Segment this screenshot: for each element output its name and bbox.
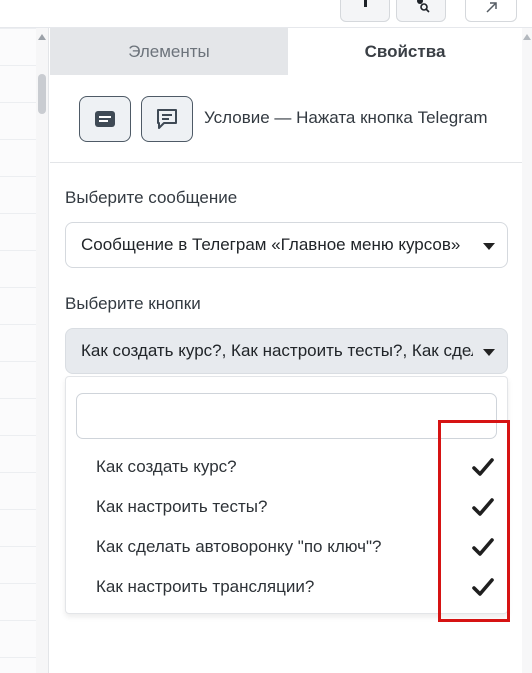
pin-button[interactable] <box>340 0 390 22</box>
pin-icon <box>364 0 367 7</box>
chevron-down-icon <box>483 243 495 250</box>
message-select-label: Выберите сообщение <box>65 188 238 207</box>
expand-arrow-icon <box>486 2 497 13</box>
option-label: Как настроить тесты? <box>96 497 268 516</box>
tab-properties[interactable]: Свойства <box>288 28 522 75</box>
buttons-select-value: Как создать курс?, Как настроить тесты?,… <box>81 341 473 360</box>
condition-title: Условие — Нажата кнопка Telegram <box>204 108 488 127</box>
workflow-canvas[interactable] <box>0 28 36 673</box>
user-search-icon <box>417 0 430 13</box>
canvas-scrollbar[interactable] <box>36 28 49 673</box>
condition-header: Условие — Нажата кнопка Telegram <box>50 75 522 163</box>
chevron-down-icon <box>483 349 495 356</box>
chat-icon <box>157 109 177 129</box>
scroll-up-arrow-icon[interactable] <box>523 34 531 40</box>
option-label: Как сделать автоворонку "по ключ"? <box>96 537 382 556</box>
tab-elements[interactable]: Элементы <box>50 28 288 75</box>
buttons-select-label: Выберите кнопки <box>65 294 201 313</box>
message-select[interactable]: Сообщение в Телеграм «Главное меню курсо… <box>65 222 508 268</box>
buttons-multiselect[interactable]: Как создать курс?, Как настроить тесты?,… <box>65 328 508 374</box>
panel-scrollbar[interactable] <box>522 28 532 673</box>
panel-tabs: Элементы Свойства <box>50 28 522 75</box>
top-toolbar <box>0 0 532 28</box>
message-button[interactable] <box>79 96 131 142</box>
option-label: Как настроить трансляции? <box>96 577 315 596</box>
user-search-button[interactable] <box>396 0 446 22</box>
expand-button[interactable] <box>465 0 517 22</box>
scroll-up-arrow-icon[interactable] <box>38 34 46 40</box>
chat-button[interactable] <box>141 96 193 142</box>
message-select-value: Сообщение в Телеграм «Главное меню курсо… <box>81 235 461 254</box>
dropdown-search-input[interactable] <box>76 393 497 439</box>
annotation-highlight-box <box>438 420 510 622</box>
scroll-thumb[interactable] <box>38 74 46 114</box>
message-icon <box>95 111 115 127</box>
option-label: Как создать курс? <box>96 457 237 476</box>
